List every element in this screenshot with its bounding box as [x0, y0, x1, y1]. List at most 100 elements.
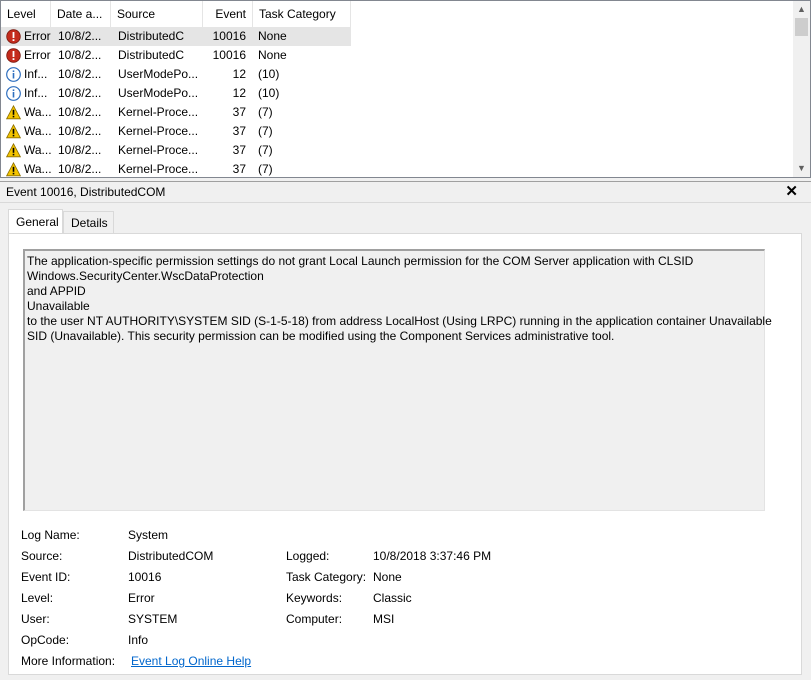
cell-date: 10/8/2... [58, 162, 102, 176]
more-information-label: More Information: [21, 654, 116, 668]
cell-date: 10/8/2... [58, 105, 102, 119]
scroll-up-icon[interactable]: ▲ [793, 1, 810, 18]
source-value: DistributedCOM [128, 549, 214, 563]
user-value: SYSTEM [128, 612, 178, 626]
warning-icon [5, 161, 22, 177]
cell-level: Wa... [24, 143, 51, 157]
column-header-date[interactable]: Date a... [51, 1, 111, 27]
cell-task: (7) [258, 162, 273, 176]
level-label: Level: [21, 591, 54, 605]
detail-title: Event 10016, DistributedCOM [6, 185, 166, 199]
tab-details[interactable]: Details [63, 211, 114, 233]
info-icon [6, 86, 21, 101]
cell-task: (7) [258, 143, 273, 157]
cell-task: (10) [258, 67, 280, 81]
computer-value: MSI [373, 612, 395, 626]
scroll-down-icon[interactable]: ▼ [793, 160, 810, 177]
event-row[interactable]: Wa... 10/8/2... Kernel-Proce... 37 (7) [1, 141, 351, 160]
event-row[interactable]: Wa... 10/8/2... Kernel-Proce... 37 (7) [1, 103, 351, 122]
cell-level: Wa... [24, 162, 51, 176]
column-header-task-category[interactable]: Task Category [253, 1, 351, 27]
keywords-label: Keywords: [286, 591, 343, 605]
cell-date: 10/8/2... [58, 86, 102, 100]
cell-date: 10/8/2... [58, 29, 102, 43]
cell-event: 12 [232, 67, 246, 81]
column-header-level[interactable]: Level [1, 1, 51, 27]
cell-source: UserModePo... [118, 86, 198, 100]
task-category-value: None [373, 570, 402, 584]
log-name-label: Log Name: [21, 528, 80, 542]
description-line: SID (Unavailable). This security permiss… [27, 329, 615, 343]
user-label: User: [21, 612, 50, 626]
cell-level: Error [24, 29, 51, 43]
event-row[interactable]: Inf... 10/8/2... UserModePo... 12 (10) [1, 84, 351, 103]
scroll-thumb[interactable] [795, 18, 808, 36]
vertical-scrollbar[interactable]: ▲ ▼ [793, 1, 810, 177]
cell-event: 12 [232, 86, 246, 100]
event-row[interactable]: Wa... 10/8/2... Kernel-Proce... 37 (7) [1, 160, 351, 177]
tab-general[interactable]: General [8, 209, 63, 233]
description-line: Unavailable [27, 299, 90, 313]
cell-date: 10/8/2... [58, 67, 102, 81]
logged-value: 10/8/2018 3:37:46 PM [373, 549, 492, 563]
close-icon[interactable]: ✕ [785, 182, 798, 202]
description-line: The application-specific permission sett… [27, 254, 694, 268]
description-line: Windows.SecurityCenter.WscDataProtection [27, 269, 264, 283]
cell-source: DistributedC [118, 48, 185, 62]
cell-date: 10/8/2... [58, 124, 102, 138]
task-category-label: Task Category: [286, 570, 367, 584]
info-icon [6, 67, 21, 82]
cell-date: 10/8/2... [58, 48, 102, 62]
event-row[interactable]: Inf... 10/8/2... UserModePo... 12 (10) [1, 65, 351, 84]
warning-icon [5, 104, 22, 120]
logged-label: Logged: [286, 549, 330, 563]
cell-task: (7) [258, 124, 273, 138]
event-log-online-help-link[interactable]: Event Log Online Help [131, 654, 251, 668]
cell-level: Wa... [24, 105, 51, 119]
opcode-value: Info [128, 633, 149, 647]
error-icon [6, 29, 21, 44]
event-description[interactable]: The application-specific permission sett… [23, 249, 772, 511]
cell-source: UserModePo... [118, 67, 198, 81]
cell-level: Inf... [24, 67, 48, 81]
cell-event: 37 [232, 105, 246, 119]
event-id-label: Event ID: [21, 570, 71, 584]
cell-event: 37 [232, 124, 246, 138]
cell-source: Kernel-Proce... [118, 143, 198, 157]
cell-level: Inf... [24, 86, 48, 100]
cell-event: 37 [232, 143, 246, 157]
cell-source: Kernel-Proce... [118, 162, 198, 176]
cell-task: (7) [258, 105, 273, 119]
error-icon [6, 48, 21, 63]
cell-task: None [258, 48, 287, 62]
cell-source: Kernel-Proce... [118, 124, 198, 138]
cell-event: 10016 [212, 29, 246, 43]
cell-source: DistributedC [118, 29, 185, 43]
list-header: Level Date a... Source Event Task Catego… [1, 1, 791, 27]
event-id-value: 10016 [128, 570, 162, 584]
detail-title-bar: Event 10016, DistributedCOM ✕ [0, 181, 811, 203]
column-header-event[interactable]: Event [203, 1, 253, 27]
cell-level: Error [24, 48, 51, 62]
cell-task: (10) [258, 86, 280, 100]
log-name-value: System [128, 528, 169, 542]
cell-source: Kernel-Proce... [118, 105, 198, 119]
cell-date: 10/8/2... [58, 143, 102, 157]
column-header-source[interactable]: Source [111, 1, 203, 27]
opcode-label: OpCode: [21, 633, 70, 647]
warning-icon [5, 142, 22, 158]
cell-event: 10016 [212, 48, 246, 62]
computer-label: Computer: [286, 612, 343, 626]
description-line: and APPID [27, 284, 86, 298]
level-value: Error [128, 591, 155, 605]
event-row[interactable]: Error 10/8/2... DistributedC 10016 None [1, 27, 351, 46]
keywords-value: Classic [373, 591, 412, 605]
warning-icon [5, 123, 22, 139]
event-list[interactable]: Level Date a... Source Event Task Catego… [0, 0, 811, 178]
cell-task: None [258, 29, 287, 43]
event-row[interactable]: Error 10/8/2... DistributedC 10016 None [1, 46, 351, 65]
description-line: to the user NT AUTHORITY\SYSTEM SID (S-1… [27, 314, 772, 328]
source-label: Source: [21, 549, 63, 563]
event-row[interactable]: Wa... 10/8/2... Kernel-Proce... 37 (7) [1, 122, 351, 141]
cell-event: 37 [232, 162, 246, 176]
